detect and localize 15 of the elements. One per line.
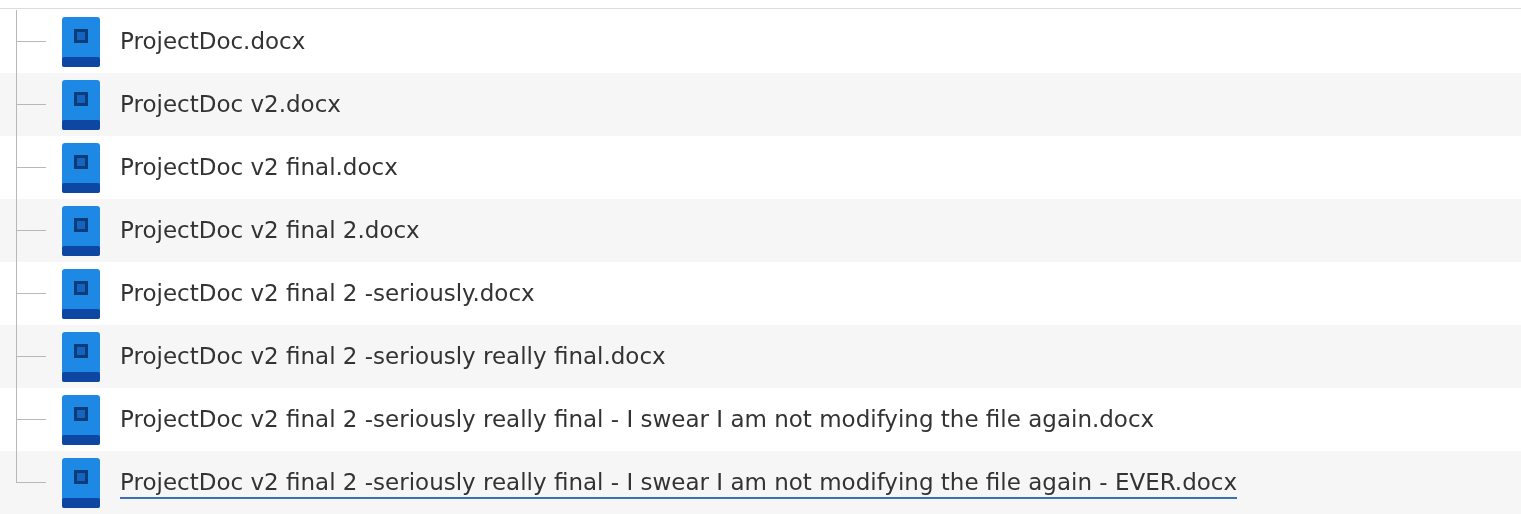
document-icon — [62, 331, 100, 382]
file-name[interactable]: ProjectDoc v2 final 2.docx — [120, 214, 420, 247]
document-icon — [62, 394, 100, 445]
document-icon — [62, 16, 100, 67]
document-icon — [62, 457, 100, 508]
document-icon — [62, 205, 100, 256]
file-name[interactable]: ProjectDoc v2 final 2 -seriously.docx — [120, 277, 535, 310]
file-name[interactable]: ProjectDoc v2 final.docx — [120, 151, 398, 184]
document-icon — [62, 268, 100, 319]
file-name[interactable]: ProjectDoc.docx — [120, 25, 306, 58]
file-name[interactable]: ProjectDoc v2 final 2 -seriously really final - I swear I am not modifying the file again.docx — [120, 403, 1155, 436]
file-name[interactable]: ProjectDoc v2 final 2 -seriously really final.docx — [120, 340, 666, 373]
document-icon — [62, 79, 100, 130]
file-name[interactable]: ProjectDoc v2.docx — [120, 88, 341, 121]
document-icon — [62, 142, 100, 193]
